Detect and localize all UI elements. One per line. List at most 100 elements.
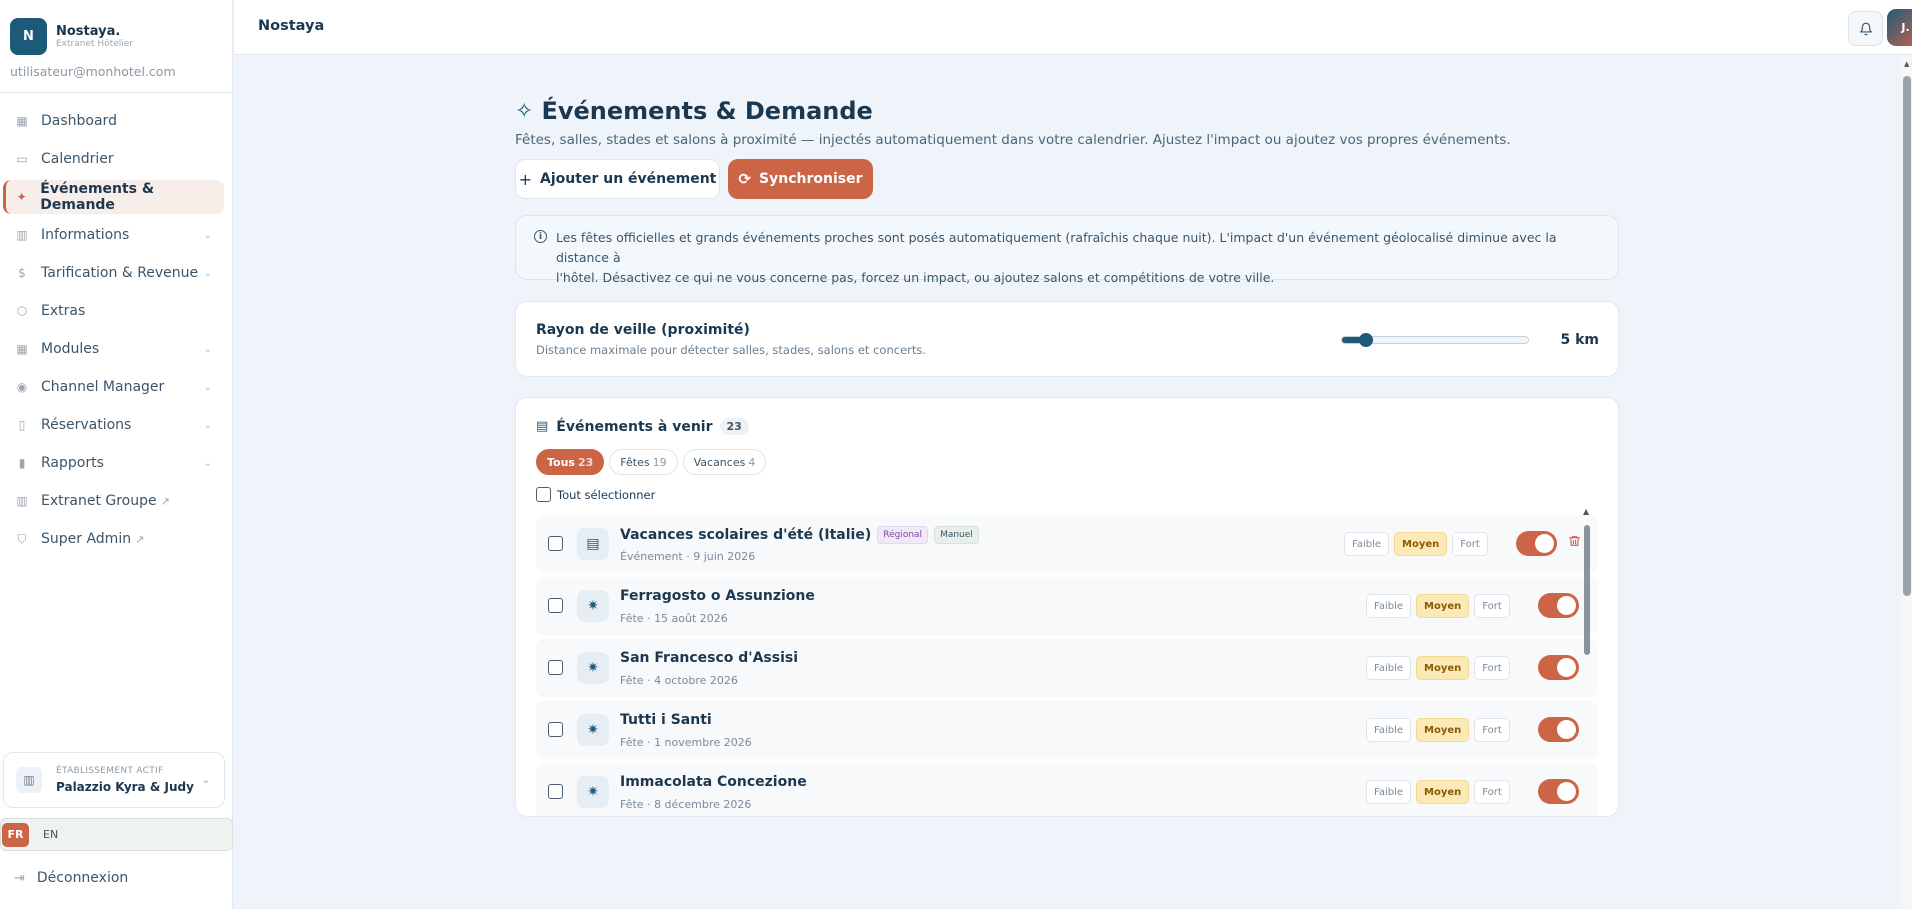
event-row: ✷ Tutti i Santi Fête · 1 novembre 2026 Faib…: [536, 701, 1598, 759]
filter-tous[interactable]: Tous 23: [536, 449, 605, 475]
event-enabled-toggle[interactable]: [1538, 779, 1579, 804]
language-fr-button[interactable]: FR: [2, 822, 29, 847]
event-meta: Fête · 8 décembre 2026: [620, 798, 752, 811]
event-row-checkbox[interactable]: [548, 722, 563, 737]
radius-slider[interactable]: [1341, 333, 1529, 347]
avatar[interactable]: J.: [1887, 9, 1912, 46]
impact-medium-button[interactable]: Moyen: [1394, 532, 1448, 556]
party-icon: ✷: [577, 714, 609, 746]
event-filters: Tous 23 Fêtes 19 Vacances 4: [536, 449, 771, 475]
info-text-line1: Les fêtes officielles et grands événemen…: [556, 230, 1557, 265]
page-scrollbar[interactable]: ▲: [1902, 56, 1912, 909]
sidebar-item-extranet-groupe[interactable]: ▥ Extranet Groupe ↗: [3, 484, 224, 518]
event-row-checkbox[interactable]: [548, 784, 563, 799]
sidebar-item-tarification[interactable]: $ Tarification & Revenue ⌄: [3, 256, 224, 290]
sidebar-item-informations[interactable]: ▥ Informations ⌄: [3, 218, 224, 252]
chevron-down-icon: ⌄: [203, 457, 212, 469]
add-event-button[interactable]: + Ajouter un événement: [515, 159, 720, 199]
impact-medium-button[interactable]: Moyen: [1416, 780, 1470, 804]
sidebar-item-label: Super Admin: [41, 531, 132, 547]
radius-slider-thumb[interactable]: [1359, 333, 1374, 347]
impact-high-button[interactable]: Fort: [1474, 656, 1510, 680]
radius-subtitle: Distance maximale pour détecter salles, …: [536, 343, 927, 357]
establishment-selector[interactable]: ▥ ÉTABLISSEMENT ACTIF Palazzio Kyra & Ju…: [3, 752, 225, 808]
event-meta: Événement · 9 juin 2026: [620, 550, 756, 563]
sidebar-item-label: Channel Manager: [41, 379, 165, 395]
impact-high-button[interactable]: Fort: [1452, 532, 1488, 556]
filter-fetes[interactable]: Fêtes 19: [609, 449, 678, 475]
sidebar-item-label: Tarification & Revenue: [41, 265, 199, 281]
sidebar-item-reservations[interactable]: ▯ Réservations ⌄: [3, 408, 224, 442]
sidebar-item-dashboard[interactable]: ▦ Dashboard: [3, 104, 224, 138]
event-enabled-toggle[interactable]: [1538, 593, 1579, 618]
logout-button[interactable]: ⇥ Déconnexion: [14, 870, 128, 886]
sidebar-item-label: Informations: [41, 227, 130, 243]
scroll-up-arrow-icon[interactable]: ▲: [1904, 60, 1909, 68]
sidebar-item-calendrier[interactable]: ▭ Calendrier: [3, 142, 224, 176]
notifications-button[interactable]: [1848, 11, 1883, 46]
event-row: ▤ Vacances scolaires d'été (Italie) Région…: [536, 515, 1598, 573]
sidebar-item-modules[interactable]: ▦ Modules ⌄: [3, 332, 224, 366]
manual-badge: Manuel: [934, 526, 979, 544]
impact-high-button[interactable]: Fort: [1474, 718, 1510, 742]
event-name-text: Vacances scolaires d'été (Italie): [620, 527, 872, 543]
impact-low-button[interactable]: Faible: [1366, 594, 1412, 618]
sidebar-item-label: Extranet Groupe: [41, 493, 157, 509]
impact-medium-button[interactable]: Moyen: [1416, 656, 1470, 680]
page-scrollbar-thumb[interactable]: [1903, 76, 1911, 596]
chevron-down-icon: ⌄: [203, 419, 212, 431]
filter-vacances[interactable]: Vacances 4: [682, 449, 767, 475]
sidebar-item-super-admin[interactable]: ⛉ Super Admin ↗: [3, 522, 224, 556]
language-en-button[interactable]: EN: [43, 828, 58, 841]
filter-count: 4: [748, 455, 756, 469]
event-row-checkbox[interactable]: [548, 598, 563, 613]
sync-button[interactable]: ⟳ Synchroniser: [728, 159, 873, 199]
page-subtitle: Fêtes, salles, stades et salons à proxim…: [515, 132, 1511, 148]
event-enabled-toggle[interactable]: [1538, 717, 1579, 742]
impact-high-button[interactable]: Fort: [1474, 780, 1510, 804]
impact-high-button[interactable]: Fort: [1474, 594, 1510, 618]
sidebar-item-label: Modules: [41, 341, 100, 357]
filter-count: 19: [652, 455, 667, 469]
impact-selector: Faible Moyen Fort: [1366, 718, 1515, 742]
radio-icon: ◉: [16, 380, 28, 394]
sidebar-item-evenements[interactable]: ✦ Événements & Demande: [3, 180, 224, 214]
impact-medium-button[interactable]: Moyen: [1416, 718, 1470, 742]
events-list-scrollbar-thumb[interactable]: [1584, 525, 1590, 655]
dollar-icon: $: [18, 266, 26, 280]
chevron-down-icon: ⌄: [201, 774, 210, 786]
book-icon: ▯: [18, 418, 26, 432]
event-enabled-toggle[interactable]: [1516, 531, 1557, 556]
logout-icon: ⇥: [14, 870, 25, 886]
select-all[interactable]: Tout sélectionner: [536, 487, 655, 502]
page-title-text: Événements & Demande: [541, 97, 873, 125]
scroll-up-arrow-icon[interactable]: ▲: [1583, 507, 1589, 516]
impact-low-button[interactable]: Faible: [1366, 656, 1412, 680]
establishment-name: Palazzio Kyra & Judy: [56, 780, 194, 794]
sidebar-item-extras[interactable]: ⬡ Extras: [3, 294, 224, 328]
info-text-line2: l'hôtel. Désactivez ce qui ne vous conce…: [556, 270, 1275, 285]
trash-icon[interactable]: [1568, 534, 1581, 552]
select-all-checkbox[interactable]: [536, 487, 551, 502]
chevron-down-icon: ⌄: [203, 343, 212, 355]
sidebar-item-label: Dashboard: [41, 113, 117, 129]
sidebar: N Nostaya. Extranet Hôtelier utilisateur…: [0, 0, 233, 909]
event-name-text: San Francesco d'Assisi: [620, 650, 799, 666]
events-title: Événements à venir: [556, 418, 713, 435]
event-row-checkbox[interactable]: [548, 660, 563, 675]
impact-low-button[interactable]: Faible: [1366, 780, 1412, 804]
brand[interactable]: N Nostaya. Extranet Hôtelier: [0, 0, 232, 56]
shield-icon: ⛉: [17, 531, 27, 546]
event-row: ✷ Ferragosto o Assunzione Fête · 15 août 2…: [536, 577, 1598, 635]
impact-low-button[interactable]: Faible: [1366, 718, 1412, 742]
filter-label: Fêtes: [620, 455, 650, 469]
brand-name: Nostaya.: [56, 23, 121, 39]
event-enabled-toggle[interactable]: [1538, 655, 1579, 680]
events-list-scrollbar[interactable]: ▲: [1582, 507, 1592, 816]
impact-low-button[interactable]: Faible: [1344, 532, 1390, 556]
event-row-checkbox[interactable]: [548, 536, 563, 551]
sidebar-item-channel-manager[interactable]: ◉ Channel Manager ⌄: [3, 370, 224, 404]
impact-medium-button[interactable]: Moyen: [1416, 594, 1470, 618]
sidebar-item-rapports[interactable]: ▮ Rapports ⌄: [3, 446, 224, 480]
events-count-badge: 23: [719, 418, 749, 435]
